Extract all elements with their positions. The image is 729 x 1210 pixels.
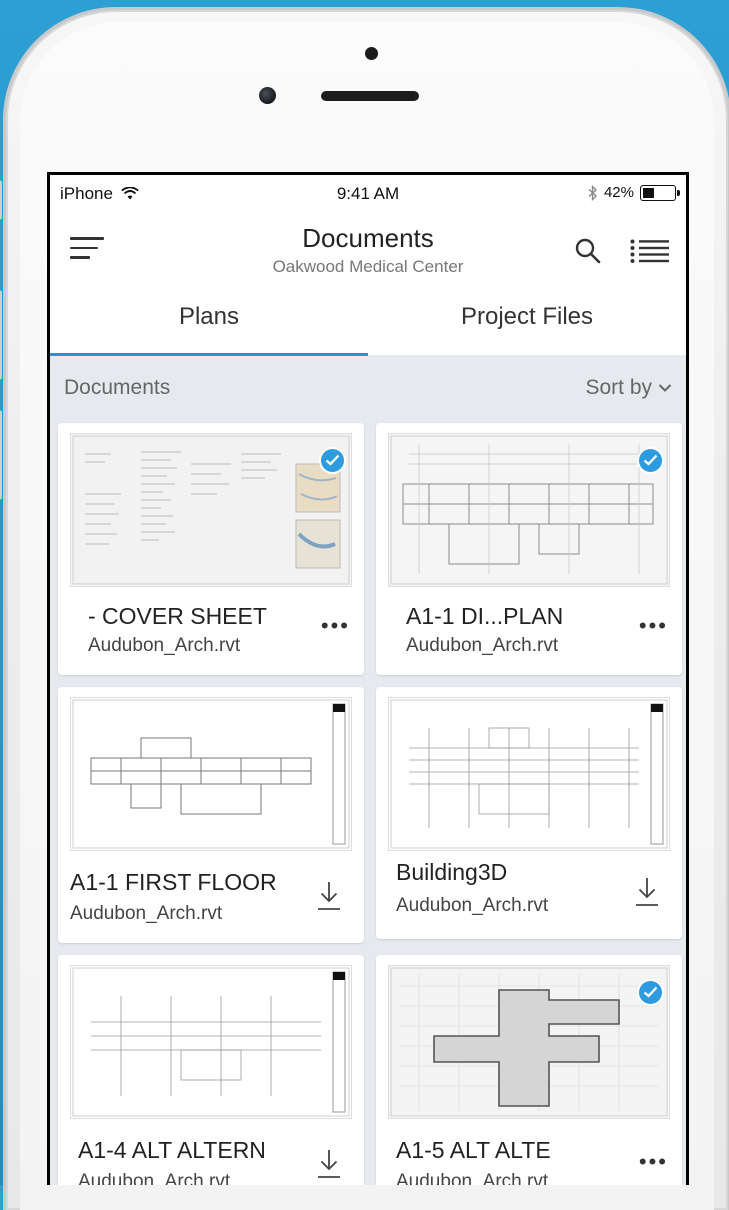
battery-level: [643, 187, 655, 198]
front-camera: [259, 87, 276, 104]
tab-bar: Plans Project Files: [50, 285, 686, 356]
document-card[interactable]: Building3D Audubon_Arch.rvt: [376, 687, 682, 939]
sort-by-button[interactable]: Sort by: [585, 376, 672, 400]
status-right: 42%: [588, 184, 680, 201]
document-name: A1-5 ALT ALTE: [396, 1137, 551, 1163]
document-file: Audubon_Arch.rvt: [396, 1171, 549, 1185]
document-card[interactable]: A1-4 ALT ALTERN Audubon_Arch.rvt: [58, 955, 364, 1185]
document-card[interactable]: A1-1 DI...PLAN Audubon_Arch.rvt •••: [376, 423, 682, 675]
app-screen: iPhone 9:41 AM 42% Documents Oakwood Med…: [50, 175, 686, 1185]
more-icon[interactable]: •••: [639, 1149, 668, 1175]
document-name: A1-1 FIRST FLOOR: [70, 869, 277, 895]
documents-content: Documents Sort by - COVER SHEET Audubon_…: [50, 356, 686, 1185]
sheet-thumbnail: [388, 433, 670, 587]
document-card[interactable]: - COVER SHEET Audubon_Arch.rvt •••: [58, 423, 364, 675]
document-name: A1-1 DI...PLAN: [406, 603, 564, 629]
document-card[interactable]: A1-1 FIRST FLOOR Audubon_Arch.rvt: [58, 687, 364, 943]
synced-check-icon: [319, 447, 346, 474]
document-file: Audubon_Arch.rvt: [396, 895, 549, 916]
phone-screen: iPhone 9:41 AM 42% Documents Oakwood Med…: [47, 172, 689, 1185]
more-icon[interactable]: •••: [321, 613, 350, 639]
sheet-thumbnail: [70, 697, 352, 851]
sheet-thumbnail: [388, 965, 670, 1119]
document-card[interactable]: A1-5 ALT ALTE Audubon_Arch.rvt •••: [376, 955, 682, 1185]
sheet-thumbnail: [388, 697, 670, 851]
cover-sheet-drawing: [72, 435, 350, 585]
sheet-thumbnail: [70, 433, 352, 587]
earpiece-speaker: [321, 91, 419, 101]
battery-percent: 42%: [603, 184, 634, 201]
chevron-down-icon: [658, 384, 672, 392]
more-icon[interactable]: •••: [639, 613, 668, 639]
search-icon[interactable]: [574, 237, 602, 265]
document-file: Audubon_Arch.rvt: [88, 635, 241, 656]
first-floor-drawing: [72, 699, 350, 849]
document-name: A1-4 ALT ALTERN: [78, 1137, 266, 1163]
battery-icon: [640, 184, 680, 201]
alt-plan-drawing: [72, 967, 350, 1117]
building-3d-drawing: [390, 699, 668, 849]
list-view-icon[interactable]: [630, 239, 670, 263]
download-icon[interactable]: [316, 1147, 342, 1181]
synced-check-icon: [637, 979, 664, 1006]
mute-switch: [0, 180, 2, 220]
section-title: Documents: [64, 376, 171, 399]
download-icon[interactable]: [634, 875, 660, 909]
synced-check-icon: [637, 447, 664, 474]
sheet-thumbnail: [70, 965, 352, 1119]
document-file: Audubon_Arch.rvt: [70, 903, 223, 924]
section-header: Documents Sort by: [50, 356, 686, 420]
document-name: - COVER SHEET: [88, 603, 267, 629]
volume-up-button: [0, 290, 2, 380]
proximity-sensor: [365, 47, 378, 60]
document-name: Building3D: [396, 859, 508, 885]
tab-plans[interactable]: Plans: [50, 285, 368, 355]
volume-down-button: [0, 410, 2, 500]
app-header: Documents Oakwood Medical Center: [50, 213, 686, 285]
bluetooth-icon: [588, 184, 597, 201]
document-file: Audubon_Arch.rvt: [406, 635, 559, 656]
tab-project-files[interactable]: Project Files: [368, 285, 686, 355]
download-icon[interactable]: [316, 879, 342, 913]
cross-plan-drawing: [390, 967, 668, 1117]
status-bar: iPhone 9:41 AM 42%: [50, 175, 686, 213]
sort-by-label: Sort by: [585, 376, 652, 399]
floor-plan-drawing: [390, 435, 668, 585]
document-file: Audubon_Arch.rvt: [78, 1171, 231, 1185]
